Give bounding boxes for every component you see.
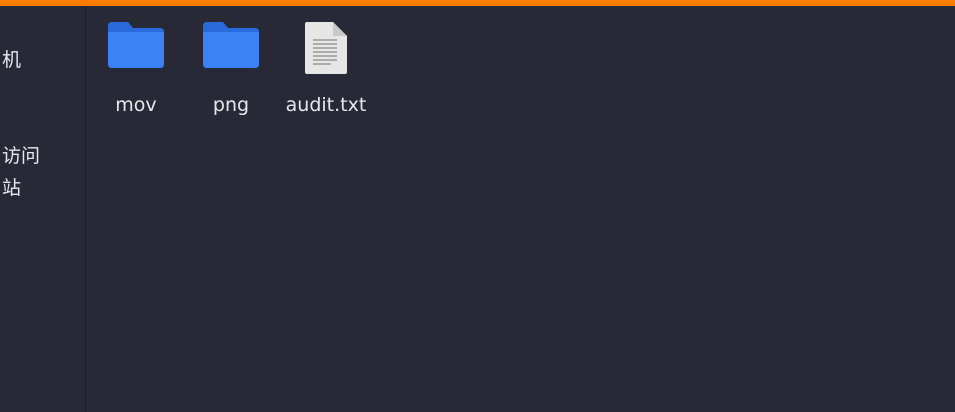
sidebar-item-computer[interactable]: 机 [2, 49, 21, 71]
file-item-audit-txt[interactable]: audit.txt [278, 16, 374, 116]
sidebar-item-site[interactable]: 站 [2, 177, 21, 199]
file-name: mov [115, 94, 157, 116]
file-name: png [212, 94, 250, 116]
sidebar: 机 访问 站 [0, 6, 86, 412]
file-item-png[interactable]: png [183, 16, 279, 116]
folder-icon [203, 22, 259, 68]
sidebar-item-recent[interactable]: 访问 [2, 145, 40, 167]
file-name: audit.txt [285, 94, 367, 116]
folder-icon [108, 22, 164, 68]
text-file-icon [305, 22, 347, 74]
file-item-mov[interactable]: mov [88, 16, 184, 116]
file-view: mov png audit.txt [86, 6, 955, 412]
